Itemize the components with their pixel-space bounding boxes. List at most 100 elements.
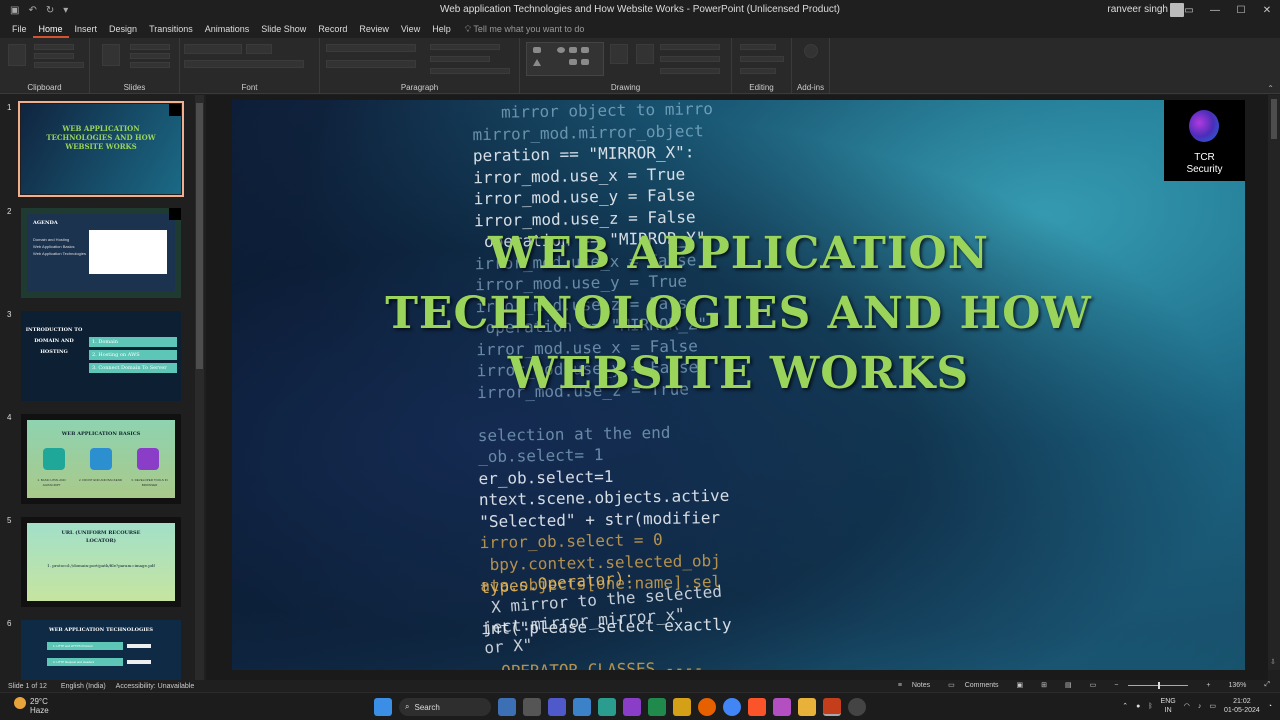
smartart-icon[interactable] xyxy=(430,68,510,74)
notes-button[interactable]: ≡ Notes xyxy=(898,682,930,689)
obs-icon[interactable] xyxy=(773,698,791,716)
notifications-icon[interactable]: ◔ xyxy=(1268,703,1272,710)
shapes-gallery[interactable] xyxy=(526,42,604,76)
chevron-up-icon[interactable]: ⌃ xyxy=(1122,702,1128,710)
align-buttons[interactable] xyxy=(326,60,416,68)
language-status[interactable]: English (India) xyxy=(61,683,106,690)
block-arrow-icon[interactable] xyxy=(581,47,589,53)
close-icon[interactable]: ✕ xyxy=(1254,0,1280,20)
shape-fill-icon[interactable] xyxy=(660,44,720,50)
copilot-icon[interactable] xyxy=(498,698,516,716)
comments-button[interactable]: ▭ Comments xyxy=(948,681,998,689)
align-text-icon[interactable] xyxy=(430,56,490,62)
next-slide-icon[interactable]: ⇩ xyxy=(1270,658,1276,666)
snipping-tool-icon[interactable] xyxy=(598,698,616,716)
paste-icon[interactable] xyxy=(8,44,26,66)
collapse-ribbon-icon[interactable]: ⌃ xyxy=(1267,84,1274,93)
shape-outline-icon[interactable] xyxy=(660,56,720,62)
tell-me-search[interactable]: 💡︎ Tell me what you want to do xyxy=(465,24,585,35)
thumbnail-image[interactable]: WEB APPLICATION TECHNOLOGIES AND HOW WEB… xyxy=(18,101,184,197)
clock[interactable]: 21:02 01-05-2024 xyxy=(1224,697,1260,715)
zoom-in-icon[interactable]: + xyxy=(1206,682,1210,689)
format-painter-icon[interactable] xyxy=(34,62,84,68)
settings-icon[interactable] xyxy=(848,698,866,716)
taskbar-search[interactable]: ⌕ Search xyxy=(399,698,491,716)
sublime-icon[interactable] xyxy=(673,698,691,716)
user-name[interactable]: ranveer singh xyxy=(1107,4,1168,15)
zoom-out-icon[interactable]: − xyxy=(1114,682,1118,689)
tab-design[interactable]: Design xyxy=(103,20,143,38)
accessibility-status[interactable]: Accessibility: Unavailable xyxy=(116,683,195,690)
tab-transitions[interactable]: Transitions xyxy=(143,20,199,38)
intellij-icon[interactable] xyxy=(623,698,641,716)
tab-animations[interactable]: Animations xyxy=(199,20,256,38)
save-icon[interactable]: ▣ xyxy=(10,5,19,16)
scrollbar-thumb[interactable] xyxy=(1271,99,1277,139)
file-explorer-icon[interactable] xyxy=(798,698,816,716)
zoom-level[interactable]: 136% xyxy=(1228,682,1246,689)
slide-title[interactable]: WEB APPLICATION TECHNOLOGIES AND HOW WEB… xyxy=(232,224,1245,404)
quick-styles-icon[interactable] xyxy=(636,44,654,64)
text-direction-icon[interactable] xyxy=(430,44,500,50)
tab-help[interactable]: Help xyxy=(426,20,457,38)
select-icon[interactable] xyxy=(740,68,776,74)
thumbnail-image[interactable]: WEB APPLICATION TECHNOLOGIES 1. HTTP and… xyxy=(21,620,181,680)
wifi-icon[interactable]: ◠ xyxy=(1184,702,1190,710)
thumbnail-image[interactable]: URL (UNIFORM RECOURSE LOCATOR) 1. protoc… xyxy=(21,517,181,607)
star-icon[interactable] xyxy=(569,59,577,65)
weather-widget[interactable]: 29°C Haze xyxy=(14,697,49,715)
addins-icon[interactable] xyxy=(804,44,818,58)
tab-insert[interactable]: Insert xyxy=(69,20,104,38)
triangle-icon[interactable] xyxy=(533,59,541,66)
slide-sorter-icon[interactable]: ⊞ xyxy=(1041,681,1047,689)
teams-icon[interactable] xyxy=(548,698,566,716)
excel-icon[interactable] xyxy=(648,698,666,716)
thumbnail-image[interactable]: INTRODUCTION TO DOMAIN AND HOSTING 1. Do… xyxy=(21,311,181,401)
bluetooth-icon[interactable]: ᛒ xyxy=(1148,703,1152,710)
zoom-slider[interactable] xyxy=(1128,681,1189,689)
undo-icon[interactable]: ↶ xyxy=(28,5,36,16)
redo-icon[interactable]: ↻ xyxy=(46,5,54,16)
tab-home[interactable]: Home xyxy=(32,20,69,38)
thumbnail-image[interactable]: AGENDA Domain and Hosting Web Applicatio… xyxy=(21,208,181,298)
section-icon[interactable] xyxy=(130,62,170,68)
box-app-icon[interactable] xyxy=(573,698,591,716)
arrange-icon[interactable] xyxy=(610,44,628,64)
replace-icon[interactable] xyxy=(740,56,784,62)
task-view-icon[interactable] xyxy=(523,698,541,716)
new-slide-icon[interactable] xyxy=(102,44,120,66)
language-indicator[interactable]: ENG IN xyxy=(1161,697,1176,715)
maximize-icon[interactable]: ☐ xyxy=(1228,0,1254,20)
thumbnail-image[interactable]: WEB APPLICATION BASICS 1. BASIC HTML AND… xyxy=(21,414,181,504)
list-buttons[interactable] xyxy=(326,44,416,52)
fit-slide-icon[interactable]: ⤢ xyxy=(1264,681,1270,689)
minimize-icon[interactable]: — xyxy=(1202,0,1228,20)
scrollbar-thumb[interactable] xyxy=(196,103,203,369)
powerpoint-icon[interactable] xyxy=(823,698,841,716)
current-slide[interactable]: mirror object to mirro mirror_mod.mirror… xyxy=(232,100,1245,670)
tray-app-icon[interactable]: ● xyxy=(1136,703,1140,710)
thumbnail-scrollbar[interactable] xyxy=(195,95,204,680)
volume-icon[interactable]: ♪ xyxy=(1198,703,1202,710)
firefox-icon[interactable] xyxy=(698,698,716,716)
start-icon[interactable] xyxy=(374,698,392,716)
customize-icon[interactable]: ▾ xyxy=(63,5,68,16)
tab-view[interactable]: View xyxy=(395,20,426,38)
chrome-icon[interactable] xyxy=(723,698,741,716)
font-name-select[interactable] xyxy=(184,44,242,54)
rectangle-icon[interactable] xyxy=(533,47,541,53)
font-size-select[interactable] xyxy=(246,44,272,54)
tab-record[interactable]: Record xyxy=(312,20,353,38)
tab-slide-show[interactable]: Slide Show xyxy=(255,20,312,38)
brave-icon[interactable] xyxy=(748,698,766,716)
font-format-buttons[interactable] xyxy=(184,60,304,68)
rounded-rect-icon[interactable] xyxy=(569,47,577,53)
reset-icon[interactable] xyxy=(130,53,170,59)
slide-scrollbar[interactable]: ⇩ xyxy=(1268,95,1280,670)
arrow-down-icon[interactable] xyxy=(581,59,589,65)
find-icon[interactable] xyxy=(740,44,776,50)
oval-icon[interactable] xyxy=(557,47,565,53)
cut-icon[interactable] xyxy=(34,44,74,50)
tab-file[interactable]: File xyxy=(6,20,33,38)
copy-icon[interactable] xyxy=(34,53,74,59)
